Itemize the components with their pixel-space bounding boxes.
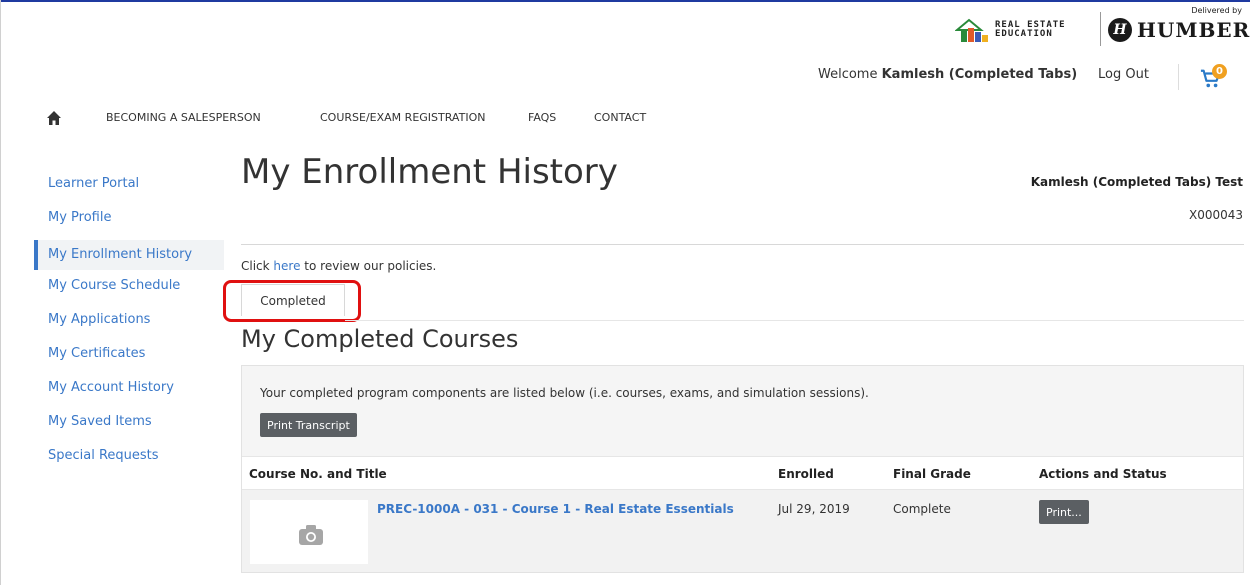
table-row: PREC-1000A - 031 - Course 1 - Real Estat… bbox=[242, 490, 1243, 572]
sidebar-item-my-applications[interactable]: My Applications bbox=[34, 308, 224, 342]
humber-badge-icon: H bbox=[1108, 18, 1132, 42]
top-accent-line bbox=[0, 0, 1250, 2]
ree-logo-text: REAL ESTATE EDUCATION bbox=[995, 20, 1066, 39]
course-title-link[interactable]: PREC-1000A - 031 - Course 1 - Real Estat… bbox=[377, 502, 734, 516]
panel-header: Your completed program components are li… bbox=[242, 366, 1243, 456]
cart-separator bbox=[1178, 64, 1179, 90]
sidebar-item-my-course-schedule[interactable]: My Course Schedule bbox=[34, 274, 224, 308]
main-nav: BECOMING A SALESPERSON COURSE/EXAM REGIS… bbox=[0, 108, 1250, 128]
column-course: Course No. and Title bbox=[249, 467, 387, 481]
delivered-by-label: Delivered by bbox=[1191, 6, 1242, 15]
panel-description: Your completed program components are li… bbox=[260, 386, 869, 400]
section-title: My Completed Courses bbox=[241, 325, 519, 353]
nav-contact[interactable]: CONTACT bbox=[594, 111, 646, 124]
nav-becoming-salesperson[interactable]: BECOMING A SALESPERSON bbox=[106, 111, 261, 124]
table-header: Course No. and Title Enrolled Final Grad… bbox=[242, 456, 1243, 490]
sidebar-item-special-requests[interactable]: Special Requests bbox=[34, 444, 224, 478]
policy-notice: Click here to review our policies. bbox=[241, 259, 436, 273]
completed-courses-panel: Your completed program components are li… bbox=[241, 365, 1244, 573]
sidebar-item-my-saved-items[interactable]: My Saved Items bbox=[34, 410, 224, 444]
sidebar-item-my-account-history[interactable]: My Account History bbox=[34, 376, 224, 410]
home-icon[interactable] bbox=[46, 110, 62, 126]
course-final-grade: Complete bbox=[893, 502, 951, 516]
sidebar: Learner Portal My Profile My Enrollment … bbox=[34, 172, 224, 478]
sidebar-item-my-profile[interactable]: My Profile bbox=[34, 206, 224, 240]
welcome-prefix: Welcome bbox=[818, 67, 878, 82]
house-logo-icon bbox=[955, 18, 988, 42]
nav-faqs[interactable]: FAQS bbox=[528, 111, 556, 124]
nav-course-exam-registration[interactable]: COURSE/EXAM REGISTRATION bbox=[320, 111, 485, 124]
user-id: X000043 bbox=[1188, 208, 1243, 222]
cart-count-badge: 0 bbox=[1212, 64, 1227, 79]
column-actions-status: Actions and Status bbox=[1039, 467, 1167, 481]
welcome-message: Welcome Kamlesh (Completed Tabs) bbox=[818, 67, 1077, 82]
print-course-button[interactable]: Print... bbox=[1039, 500, 1089, 524]
user-full-name: Kamlesh (Completed Tabs) Test bbox=[1030, 175, 1243, 189]
tab-divider bbox=[345, 320, 1244, 321]
title-divider bbox=[241, 244, 1244, 245]
cart-button[interactable]: 0 bbox=[1200, 62, 1240, 92]
policy-link[interactable]: here bbox=[273, 259, 300, 273]
humber-wordmark: HUMBER bbox=[1137, 18, 1250, 42]
humber-logo[interactable]: Delivered by H HUMBER bbox=[1108, 6, 1250, 46]
real-estate-education-logo[interactable]: REAL ESTATE EDUCATION bbox=[955, 14, 1095, 46]
print-transcript-button[interactable]: Print Transcript bbox=[260, 413, 357, 437]
tab-highlight-annotation bbox=[223, 280, 361, 322]
column-final-grade: Final Grade bbox=[893, 467, 971, 481]
sidebar-item-my-certificates[interactable]: My Certificates bbox=[34, 342, 224, 376]
course-enrolled-date: Jul 29, 2019 bbox=[778, 502, 850, 516]
sidebar-item-learner-portal[interactable]: Learner Portal bbox=[34, 172, 224, 206]
left-frame-border bbox=[0, 0, 1, 585]
sidebar-item-my-enrollment-history[interactable]: My Enrollment History bbox=[34, 240, 224, 270]
welcome-user-name: Kamlesh (Completed Tabs) bbox=[881, 67, 1078, 82]
policy-prefix: Click bbox=[241, 259, 270, 273]
camera-icon bbox=[299, 525, 323, 545]
policy-suffix: to review our policies. bbox=[304, 259, 437, 273]
page-title: My Enrollment History bbox=[241, 152, 618, 192]
course-thumbnail[interactable] bbox=[250, 500, 368, 564]
column-enrolled: Enrolled bbox=[778, 467, 834, 481]
logo-divider bbox=[1100, 12, 1101, 46]
logout-link[interactable]: Log Out bbox=[1098, 67, 1149, 82]
